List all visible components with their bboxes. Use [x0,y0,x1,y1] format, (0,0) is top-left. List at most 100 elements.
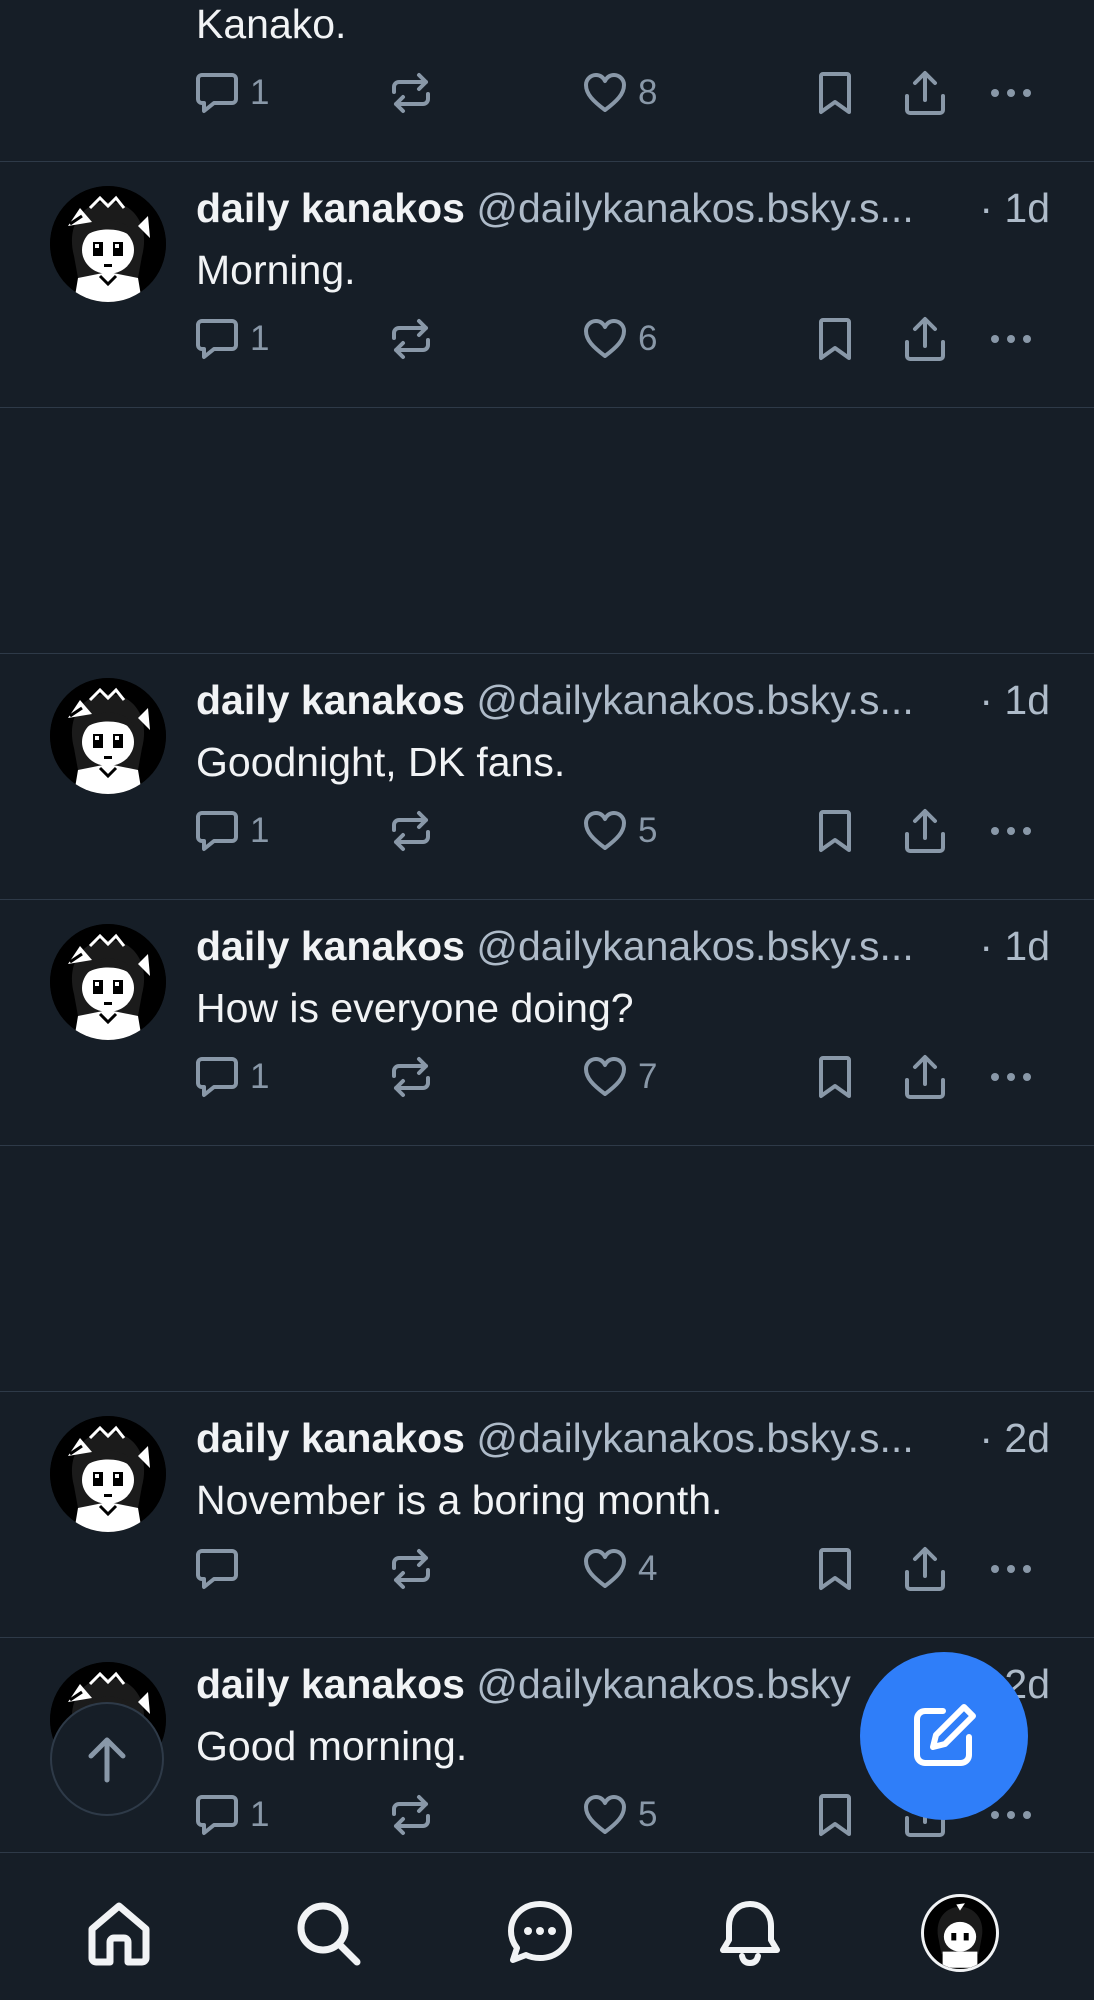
reply-count: 1 [250,319,270,358]
profile-avatar [921,1894,999,1972]
share-button[interactable] [902,1052,948,1102]
author-name[interactable]: daily kanakos [196,923,465,969]
bookmark-button[interactable] [812,806,858,856]
share-button[interactable] [902,68,948,118]
nav-profile-button[interactable] [920,1893,1000,1973]
empty-feed-slot [0,408,1094,654]
feed-item[interactable]: daily kanakos @dailykanakos.bsky.s... · 2… [0,1392,1094,1638]
repost-button[interactable] [388,1052,434,1102]
share-button[interactable] [902,806,948,856]
feed-item[interactable]: daily kanakos @dailykanakos.bsky.s... · 1… [0,162,1094,408]
like-button[interactable]: 5 [582,1790,657,1840]
share-upload-icon [905,71,945,115]
more-options-button[interactable] [988,1544,1034,1594]
post-timestamp: · 1d [971,920,1050,972]
reply-count: 1 [250,1795,270,1834]
nav-notifications-button[interactable] [710,1893,790,1973]
reply-count: 1 [250,1057,270,1096]
post-text: Kanako. [196,1,347,47]
reply-button[interactable]: 1 [194,68,269,118]
avatar[interactable] [50,186,166,302]
author-name[interactable]: daily kanakos [196,1415,465,1461]
bookmark-icon [819,1794,851,1836]
nav-chat-button[interactable] [500,1893,580,1973]
post-timestamp: · 1d [971,674,1050,726]
repost-button[interactable] [388,68,434,118]
share-button[interactable] [902,1544,948,1594]
avatar[interactable] [50,924,166,1040]
repost-button[interactable] [388,1544,434,1594]
repost-button[interactable] [388,314,434,364]
more-options-button[interactable] [988,1052,1034,1102]
bookmark-button[interactable] [812,1790,858,1840]
repost-arrows-icon [392,73,430,113]
ellipsis-icon [991,335,1031,343]
like-button[interactable]: 7 [582,1052,657,1102]
search-icon [297,1902,361,1966]
like-count: 5 [638,1795,658,1834]
repost-arrows-icon [392,1057,430,1097]
heart-icon [584,1549,626,1588]
author-name[interactable]: daily kanakos [196,1661,465,1707]
like-button[interactable]: 8 [582,68,657,118]
nav-home-button[interactable] [79,1893,159,1973]
post-text: How is everyone doing? [196,985,634,1031]
reply-button[interactable]: 1 [194,806,269,856]
like-count: 5 [638,811,658,850]
author-handle: @dailykanakos.bsky.s... [476,185,914,231]
post-text: Good morning. [196,1723,468,1769]
reply-button[interactable] [194,1544,250,1594]
bookmark-icon [819,1056,851,1098]
feed-item[interactable]: daily kanakos @dailykanakos.bsky.s... · 1… [0,900,1094,1146]
author-name[interactable]: daily kanakos [196,185,465,231]
bookmark-icon [819,318,851,360]
author-name[interactable]: daily kanakos [196,677,465,723]
post-actions: 18 [0,68,1094,118]
avatar[interactable] [50,678,166,794]
post-header: daily kanakos @dailykanakos.bsky.s... · 1… [196,920,1050,972]
like-button[interactable]: 6 [582,314,657,364]
nav-search-button[interactable] [288,1893,368,1973]
compose-pencil-icon [914,1704,976,1766]
avatar[interactable] [50,1416,166,1532]
repost-button[interactable] [388,806,434,856]
repost-button[interactable] [388,1790,434,1840]
scroll-to-top-button[interactable] [50,1702,164,1816]
reply-button[interactable]: 1 [194,1052,269,1102]
speech-bubble-icon [196,1549,238,1589]
post-actions: 4 [0,1544,1094,1594]
bookmark-icon [819,810,851,852]
author-handle: @dailykanakos.bsky.s... [476,677,914,723]
home-icon [88,1902,150,1966]
more-options-button[interactable] [988,68,1034,118]
author-handle: @dailykanakos.bsky.s... [476,923,914,969]
bookmark-button[interactable] [812,1052,858,1102]
speech-bubble-icon [196,319,238,359]
like-button[interactable]: 4 [582,1544,657,1594]
author-handle: @dailykanakos.bsky.s... [476,1415,914,1461]
bookmark-button[interactable] [812,314,858,364]
more-options-button[interactable] [988,314,1034,364]
reply-count: 1 [250,811,270,850]
post-actions: 15 [0,806,1094,856]
bottom-navigation-bar [0,1852,1094,2000]
heart-icon [584,1795,626,1834]
notifications-bell-icon [720,1901,780,1967]
share-button[interactable] [902,314,948,364]
feed-item: Kanako. 1 8 [0,0,1094,162]
bookmark-button[interactable] [812,1544,858,1594]
feed-item[interactable]: daily kanakos @dailykanakos.bsky.s... · 1… [0,654,1094,900]
repost-arrows-icon [392,1795,430,1835]
bookmark-button[interactable] [812,68,858,118]
more-options-button[interactable] [988,806,1034,856]
reply-button[interactable]: 1 [194,1790,269,1840]
compose-post-button[interactable] [860,1652,1028,1820]
heart-icon [584,73,626,112]
repost-arrows-icon [392,319,430,359]
post-header: daily kanakos @dailykanakos.bsky.s... · 2… [196,1412,1050,1464]
reply-button[interactable]: 1 [194,314,269,364]
heart-icon [584,811,626,850]
ellipsis-icon [991,827,1031,835]
share-upload-icon [905,1055,945,1099]
like-button[interactable]: 5 [582,806,657,856]
